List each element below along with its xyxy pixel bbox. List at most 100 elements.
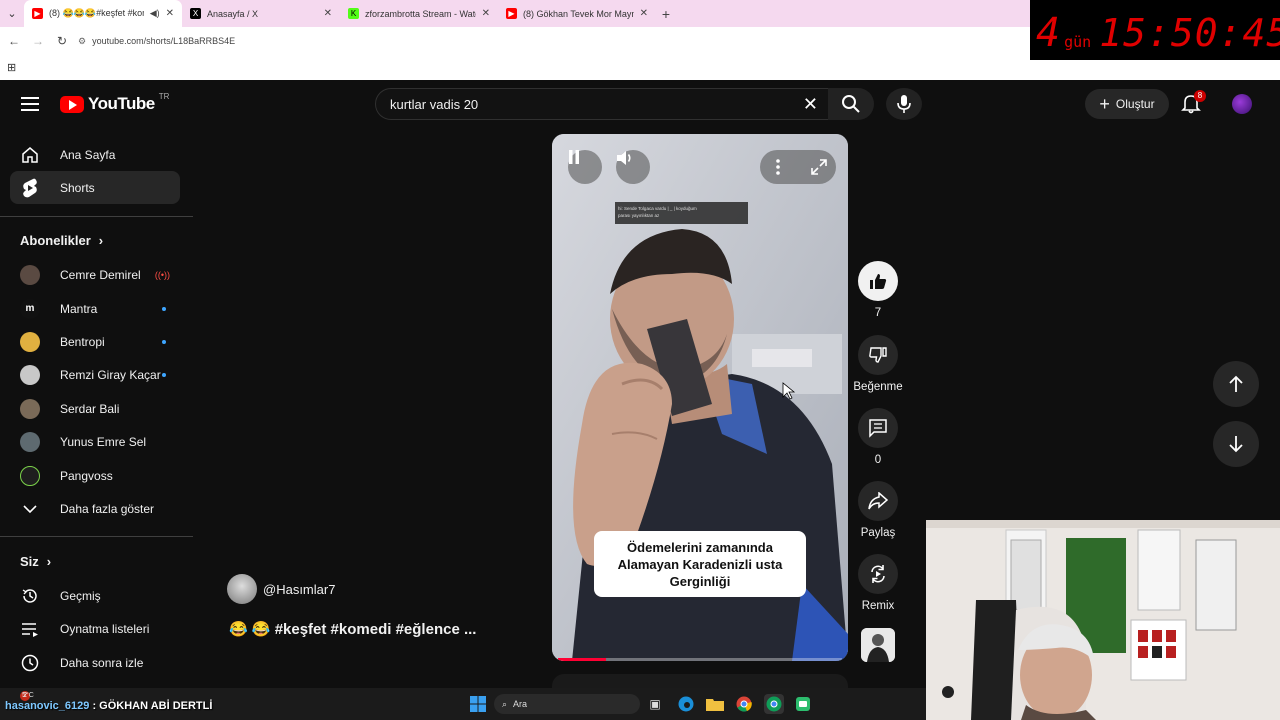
search-input[interactable]: kurtlar vadis 20 ✕ <box>375 88 829 120</box>
account-avatar[interactable] <box>1232 94 1252 114</box>
apps-grid-icon[interactable]: ⊞ <box>7 61 16 74</box>
sidebar-item-remzi-giray-kacar[interactable]: Remzi Giray Kaçar <box>10 358 180 391</box>
sidebar-item-label: Yunus Emre Sel <box>60 434 147 449</box>
chrome-active-icon[interactable] <box>764 694 784 714</box>
sidebar-item-history[interactable]: Geçmiş <box>10 579 180 612</box>
create-label: Oluştur <box>1115 97 1155 111</box>
url-field[interactable]: ⚙ youtube.com/shorts/L18BaRRBS4E <box>78 30 1024 52</box>
taskbar-search-input[interactable]: ⌕ Ara <box>494 694 640 714</box>
close-tab-icon[interactable]: ✕ <box>482 8 490 19</box>
volume-button[interactable] <box>616 150 650 184</box>
chevron-down-icon <box>20 499 40 519</box>
voice-search-button[interactable] <box>886 88 922 120</box>
close-tab-icon[interactable]: ✕ <box>324 8 332 19</box>
show-more-button[interactable]: Daha fazla göster <box>10 492 180 525</box>
history-icon <box>20 586 40 606</box>
sidebar-item-label: Bentropi <box>60 334 105 349</box>
speaker-icon[interactable]: ◀) <box>150 8 160 19</box>
search-icon <box>842 95 860 113</box>
sidebar-item-label: Cemre Demirel <box>60 267 141 282</box>
edge-icon[interactable] <box>676 694 696 714</box>
sidebar-item-watch-later[interactable]: Daha sonra izle <box>10 646 180 679</box>
timer-days-label: gün <box>1064 33 1092 51</box>
avatar <box>20 364 40 385</box>
arrow-up-icon <box>1229 375 1243 392</box>
tab-title: (8) 😂😂😂#keşfet #komedi <box>49 8 144 18</box>
sidebar-item-home[interactable]: Ana Sayfa <box>10 138 180 171</box>
avatar <box>20 465 40 486</box>
channel-info: @Hasımlar7 <box>227 574 335 604</box>
create-button[interactable]: + Oluştur <box>1085 89 1169 119</box>
notifications-button[interactable]: 8 <box>1180 90 1206 116</box>
comment-icon <box>869 419 887 438</box>
weather-widget[interactable]: 5°C <box>22 692 34 699</box>
task-view-icon[interactable]: ▣ <box>645 694 665 714</box>
youtube-logo[interactable]: YouTube TR <box>60 92 169 114</box>
webcam-overlay <box>926 520 1280 720</box>
progress-bar[interactable] <box>558 658 842 661</box>
sidebar-item-pangvoss[interactable]: Pangvoss <box>10 459 180 492</box>
close-tab-icon[interactable]: ✕ <box>640 8 648 19</box>
youtube-play-icon <box>60 95 84 113</box>
site-info-icon[interactable]: ⚙ <box>78 36 86 47</box>
sidebar-item-shorts[interactable]: Shorts <box>10 171 180 204</box>
clear-search-icon[interactable]: ✕ <box>803 94 818 115</box>
short-title[interactable]: 😂 😂 #keşfet #komedi #eğlence ... <box>229 620 476 638</box>
new-content-dot <box>162 339 166 344</box>
search-button[interactable] <box>828 88 874 120</box>
kick-icon: K <box>348 8 359 19</box>
sidebar-item-label: Oynatma listeleri <box>60 621 150 636</box>
windows-start-icon[interactable] <box>468 694 488 714</box>
sidebar-item-bentropi[interactable]: Bentropi <box>10 325 180 358</box>
overlay-line-1: hi: Sende Tolgaca vardu | _ | koyduğum <box>618 206 697 211</box>
tab-search-icon[interactable]: ⌄ <box>0 0 24 27</box>
reload-icon[interactable]: ↻ <box>54 34 70 48</box>
timer-days: 4 <box>1036 10 1061 56</box>
new-tab-button[interactable]: + <box>656 6 676 22</box>
channel-name[interactable]: @Hasımlar7 <box>263 582 335 597</box>
chrome-icon[interactable] <box>734 694 754 714</box>
previous-short-button[interactable] <box>1213 361 1259 407</box>
browser-tab-2[interactable]: X Anasayfa / X ✕ <box>182 0 340 27</box>
like-button[interactable] <box>858 261 898 301</box>
sidebar-item-yunus-emre-sel[interactable]: Yunus Emre Sel <box>10 425 180 458</box>
remix-icon <box>871 565 885 583</box>
clock-icon <box>20 653 40 673</box>
timer-clock: 15:50:45 <box>1099 11 1280 55</box>
stream-chat-message: hasanovic_6129 : GÖKHAN ABİ DERTLİ <box>5 700 212 712</box>
sidebar-item-playlists[interactable]: Oynatma listeleri <box>10 612 180 645</box>
thumbs-down-icon <box>869 347 887 363</box>
app-icon[interactable] <box>793 694 813 714</box>
sidebar-item-cemre-demirel[interactable]: Cemre Demirel ((•)) <box>10 258 180 291</box>
remix-button[interactable] <box>858 554 898 594</box>
sidebar-item-serdar-bali[interactable]: Serdar Bali <box>10 392 180 425</box>
sidebar-item-label: Shorts <box>60 180 95 195</box>
pause-button[interactable] <box>568 150 602 184</box>
browser-tab-3[interactable]: K zforzambrotta Stream - Watch L ✕ <box>340 0 498 27</box>
sidebar-item-label: Geçmiş <box>60 588 101 603</box>
subscriptions-heading[interactable]: Abonelikler › <box>20 233 103 248</box>
subscriptions-title: Abonelikler <box>20 233 91 248</box>
back-icon[interactable]: ← <box>6 34 22 48</box>
shorts-video-player[interactable]: hi: Sende Tolgaca vardu | _ | koyduğum p… <box>552 134 848 661</box>
menu-icon[interactable] <box>20 94 40 114</box>
you-heading[interactable]: Siz › <box>20 554 51 569</box>
file-explorer-icon[interactable] <box>705 694 725 714</box>
dislike-button[interactable] <box>858 335 898 375</box>
channel-avatar[interactable] <box>227 574 257 604</box>
dislike-action: Beğenme <box>852 335 904 393</box>
avatar <box>20 264 40 285</box>
sound-thumbnail[interactable] <box>861 628 895 662</box>
url-text: youtube.com/shorts/L18BaRRBS4E <box>92 36 236 46</box>
browser-tab-4[interactable]: ▶ (8) Gökhan Tevek Mor Maymun ✕ <box>498 0 656 27</box>
comments-button[interactable] <box>858 408 898 448</box>
browser-tab-1[interactable]: ▶ (8) 😂😂😂#keşfet #komedi ◀) ✕ <box>24 0 182 27</box>
sidebar-item-mantra[interactable]: m Mantra <box>10 292 180 325</box>
countdown-overlay: 4 gün 15:50:45 <box>1030 0 1280 60</box>
next-short-button[interactable] <box>1213 421 1259 467</box>
you-title: Siz <box>20 554 39 569</box>
close-tab-icon[interactable]: ✕ <box>166 8 174 19</box>
forward-icon[interactable]: → <box>30 34 46 48</box>
search-icon: ⌕ <box>502 698 508 709</box>
share-button[interactable] <box>858 481 898 521</box>
